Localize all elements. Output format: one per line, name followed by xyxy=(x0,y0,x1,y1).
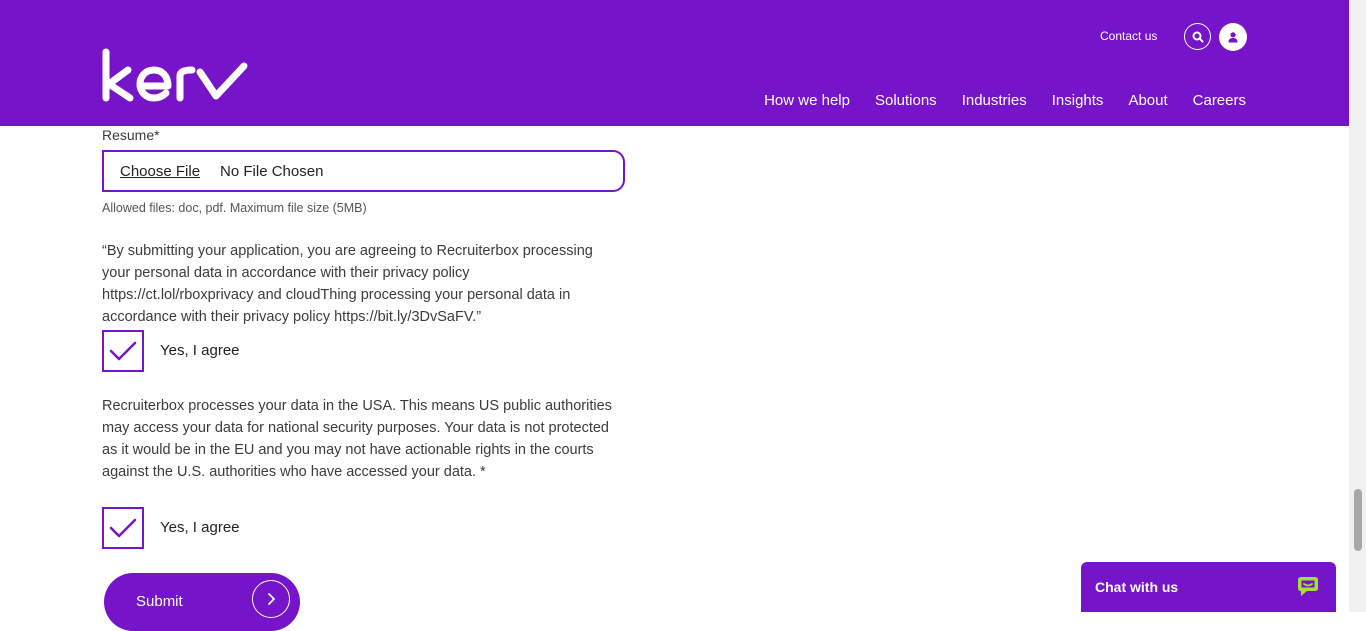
consent-privacy-text: “By submitting your application, you are… xyxy=(102,243,593,325)
nav-insights[interactable]: Insights xyxy=(1052,92,1104,109)
consent-privacy-label[interactable]: Yes, I agree xyxy=(160,342,240,359)
checkmark-icon xyxy=(109,341,137,361)
arrow-circle xyxy=(252,580,290,618)
chat-bubble-icon xyxy=(1298,577,1318,596)
chat-widget[interactable]: Chat with us xyxy=(1081,562,1336,612)
nav-careers[interactable]: Careers xyxy=(1193,92,1246,109)
choose-file-button[interactable]: Choose File xyxy=(120,163,200,180)
nav-solutions[interactable]: Solutions xyxy=(875,92,937,109)
consent-usa-text: Recruiterbox processes your data in the … xyxy=(102,398,612,480)
chevron-right-icon xyxy=(268,593,275,605)
nav-about[interactable]: About xyxy=(1128,92,1167,109)
page-scrollbar[interactable] xyxy=(1349,0,1366,612)
resume-label: Resume* xyxy=(102,127,160,143)
checkmark-icon xyxy=(109,518,137,538)
kerv-logo[interactable] xyxy=(100,46,250,106)
search-button[interactable] xyxy=(1184,23,1211,50)
account-button[interactable] xyxy=(1219,23,1247,51)
chat-label: Chat with us xyxy=(1095,579,1179,595)
contact-us-link[interactable]: Contact us xyxy=(1100,29,1157,43)
resume-file-input[interactable]: Choose File No File Chosen xyxy=(102,150,625,192)
nav-industries[interactable]: Industries xyxy=(962,92,1027,109)
consent-usa-label[interactable]: Yes, I agree xyxy=(160,519,240,536)
user-icon xyxy=(1228,32,1238,43)
search-icon xyxy=(1192,31,1203,42)
nav-how-we-help[interactable]: How we help xyxy=(764,92,850,109)
consent-privacy-checkbox[interactable] xyxy=(102,330,144,372)
submit-label: Submit xyxy=(136,593,183,610)
main-nav: How we help Solutions Industries Insight… xyxy=(764,92,1246,109)
consent-usa-checkbox[interactable] xyxy=(102,507,144,549)
file-status: No File Chosen xyxy=(220,162,324,180)
scrollbar-thumb[interactable] xyxy=(1354,489,1362,551)
submit-button[interactable]: Submit xyxy=(104,573,300,631)
allowed-files-hint: Allowed files: doc, pdf. Maximum file si… xyxy=(102,201,367,215)
site-header: Contact us How we help Solutions Industr… xyxy=(0,0,1349,126)
